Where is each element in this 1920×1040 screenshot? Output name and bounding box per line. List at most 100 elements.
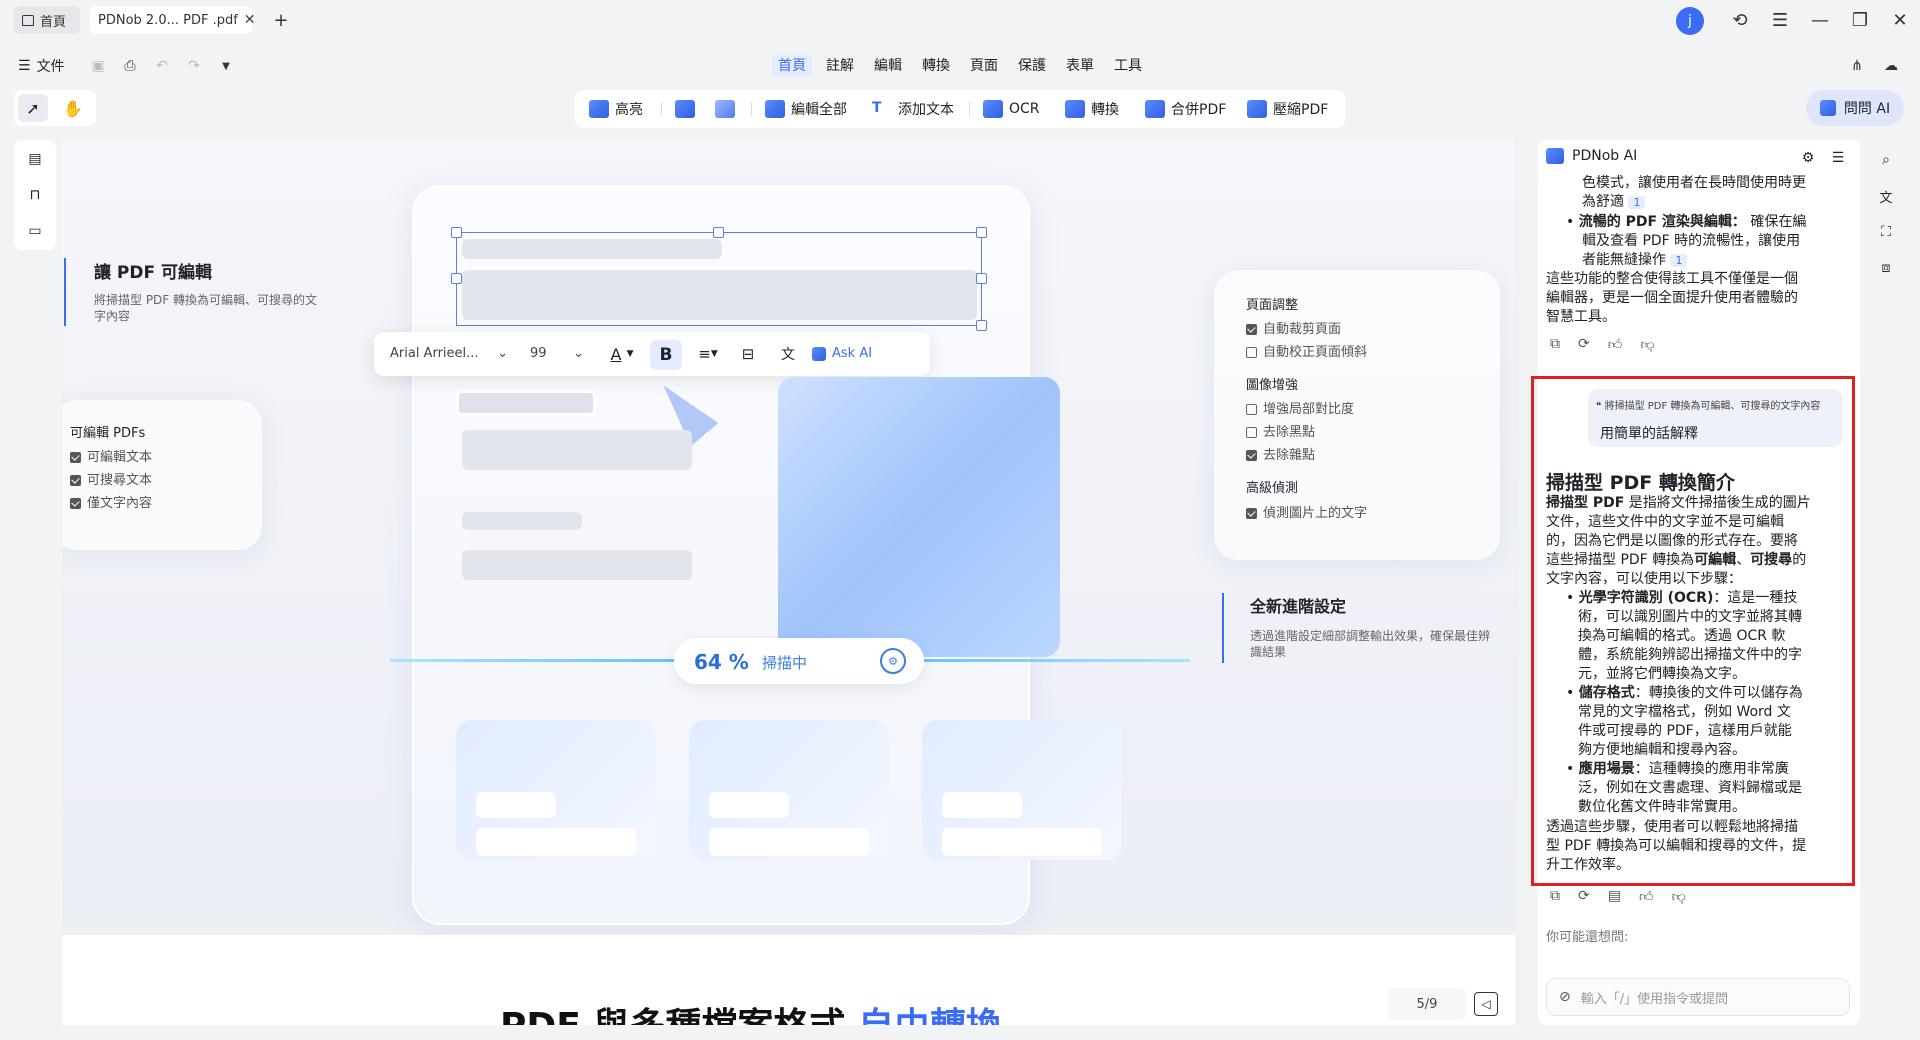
tab-form[interactable]: 表單 — [1060, 55, 1100, 77]
scan-progress-pill: 64 % 掃描中 ⚙ — [674, 638, 924, 684]
regenerate-icon[interactable]: ⟳ — [1578, 336, 1590, 353]
quote-icon: ❝ — [1596, 401, 1602, 412]
ai-input-placeholder: 輸入「/」使用指令或提問 — [1580, 991, 1729, 1007]
ocr-scan-icon[interactable]: ⛶ — [1874, 220, 1898, 244]
redo-icon[interactable]: ↷ — [184, 55, 204, 77]
share-icon[interactable]: ⋔ — [1846, 55, 1868, 77]
checkbox-checked-icon — [1246, 450, 1257, 461]
text-color-icon[interactable]: A ▼ — [602, 340, 642, 368]
print-icon[interactable]: ⎙ — [120, 55, 140, 77]
merge-icon — [1145, 100, 1165, 118]
quoted-text: ❝ 將掃描型 PDF 轉換為可編輯、可搜尋的文字內容 — [1596, 401, 1821, 412]
compress-pdf-button[interactable]: 壓縮PDF — [1247, 97, 1328, 121]
align-icon[interactable]: ≡ ▼ — [690, 340, 726, 368]
font-family-select[interactable]: Arial Arrieel... ⌄ — [382, 340, 516, 368]
tab-page[interactable]: 頁面 — [964, 55, 1004, 77]
add-text-button[interactable]: T 添加文本 — [872, 97, 954, 121]
copy-icon[interactable]: ⧉ — [1550, 336, 1560, 353]
search-icon[interactable]: ⌕ — [1874, 148, 1898, 172]
tab-edit[interactable]: 編輯 — [868, 55, 908, 77]
merge-pdf-button[interactable]: 合併PDF — [1145, 97, 1226, 121]
placeholder-block — [462, 270, 977, 320]
thumbs-up-icon[interactable]: 👍︎ — [1608, 336, 1623, 353]
convert-button[interactable]: 轉換 — [1065, 97, 1119, 121]
close-window-icon[interactable]: ✕ — [1886, 6, 1914, 34]
user-message-bubble: ❝ 將掃描型 PDF 轉換為可編輯、可搜尋的文字內容 用簡單的話解釋 — [1588, 389, 1843, 447]
comment-icon[interactable]: ▭ — [24, 220, 46, 242]
settings-icon[interactable]: ⚙ — [880, 648, 906, 674]
edit-all-button[interactable]: 編輯全部 — [765, 97, 847, 121]
tab-protect[interactable]: 保護 — [1012, 55, 1052, 77]
ask-ai-button[interactable]: 問問 AI — [1806, 90, 1904, 126]
history-icon[interactable]: ☰ — [1828, 148, 1848, 168]
highlight-label: 高亮 — [615, 102, 643, 118]
ai-input[interactable]: ⊘ 輸入「/」使用指令或提問 — [1546, 978, 1850, 1016]
text-box-icon[interactable]: ⊟ — [734, 340, 762, 368]
selection-handle — [976, 273, 987, 284]
answer-closing: 透過這些步驟，使用者可以輕鬆地將掃描型 PDF 轉換為可以編輯和搜尋的文件，提升… — [1546, 819, 1807, 873]
avatar[interactable]: j — [1676, 7, 1704, 35]
file-menu[interactable]: ☰ 文件 — [18, 55, 65, 77]
placeholder-bar — [456, 390, 596, 416]
cloud-icon[interactable]: ☁ — [1880, 55, 1902, 77]
ocr-button[interactable]: OCR — [983, 97, 1040, 121]
thumbs-down-icon[interactable]: 👎︎ — [1672, 888, 1686, 905]
prev-answer-text: 色模式，讓使用者在長時間使用時更 為舒適 1 — [1582, 175, 1806, 210]
highlight-button[interactable]: 高亮 — [589, 97, 643, 121]
add-note-icon[interactable]: ▤ — [1608, 888, 1621, 905]
tab-tools[interactable]: 工具 — [1108, 55, 1148, 77]
translate-icon[interactable]: 文 — [774, 340, 802, 368]
undo-icon[interactable]: ↶ — [152, 55, 172, 77]
menu-icon[interactable]: ☰ — [1766, 6, 1794, 34]
translate-icon[interactable]: 文 — [1874, 184, 1898, 208]
minimize-icon[interactable]: — — [1806, 6, 1834, 34]
collapse-icon[interactable]: ◁ — [1474, 992, 1498, 1016]
ai-settings-icon[interactable]: ⚙ — [1798, 148, 1818, 168]
screenshot-icon[interactable]: ⧈ — [1874, 256, 1898, 280]
bold-icon[interactable]: B — [650, 340, 682, 370]
copy-icon[interactable]: ⧉ — [1550, 888, 1560, 905]
file-menu-label: 文件 — [36, 59, 65, 75]
tab-home-menu[interactable]: 首頁 — [772, 55, 812, 77]
page-indicator[interactable]: 5/9 — [1388, 988, 1466, 1020]
placeholder-bar — [462, 239, 722, 259]
option-remove-noise: 去除雜點 — [1246, 444, 1315, 463]
tab-document[interactable]: PDNob 2.0... PDF .pdf ✕ — [90, 6, 256, 34]
pdf-page-next: PDF 與多種檔案格式 自由轉換 — [62, 935, 1516, 1025]
thumbnails-icon[interactable]: ▤ — [24, 148, 46, 170]
maximize-icon[interactable]: ❐ — [1846, 6, 1874, 34]
answer-actions: ⧉ ⟳ ▤ 👍︎ 👎︎ — [1550, 888, 1686, 905]
save-icon[interactable]: ▣ — [88, 55, 108, 77]
tab-home-label: 首頁 — [40, 14, 67, 30]
thumbs-down-icon[interactable]: 👎︎ — [1640, 336, 1654, 353]
font-size-select[interactable]: 99 ⌄ — [522, 340, 592, 368]
cursor-tools: ➚ ✋ — [14, 90, 96, 126]
ask-ai-inline[interactable]: Ask AI — [812, 346, 872, 361]
reference-badge[interactable]: 1 — [1670, 254, 1688, 267]
checkbox-checked-icon — [1246, 508, 1257, 519]
placeholder-block — [462, 550, 692, 580]
reference-badge[interactable]: 1 — [1628, 196, 1646, 209]
new-tab-plus-icon[interactable]: + — [267, 6, 295, 34]
sync-icon[interactable]: ⟲ — [1726, 6, 1754, 34]
more-dropdown-icon[interactable]: ▼ — [216, 55, 236, 77]
attach-icon[interactable]: ⊘ — [1559, 989, 1571, 1005]
highlight-icon — [589, 100, 609, 118]
hand-tool-icon[interactable]: ✋ — [58, 94, 88, 122]
pen-icon — [675, 100, 695, 118]
select-cursor-icon[interactable]: ➚ — [18, 94, 48, 122]
thumbs-up-icon[interactable]: 👍︎ — [1639, 888, 1654, 905]
close-tab-icon[interactable]: ✕ — [244, 12, 256, 28]
tab-annotate[interactable]: 註解 — [820, 55, 860, 77]
pen-button[interactable] — [675, 97, 695, 121]
eraser-button[interactable] — [715, 97, 735, 121]
tab-convert[interactable]: 轉換 — [916, 55, 956, 77]
checkbox-checked-icon — [70, 452, 81, 463]
tab-home[interactable]: 首頁 — [14, 6, 80, 34]
checkbox-checked-icon — [70, 475, 81, 486]
convert-icon — [1065, 100, 1085, 118]
regenerate-icon[interactable]: ⟳ — [1578, 888, 1590, 905]
new-settings-desc: 透過進階設定細部調整輸出效果，確保最佳辨識結果 — [1250, 629, 1491, 659]
bookmark-icon[interactable]: ⊓ — [24, 184, 46, 206]
user-message: 用簡單的話解釋 — [1600, 426, 1698, 442]
